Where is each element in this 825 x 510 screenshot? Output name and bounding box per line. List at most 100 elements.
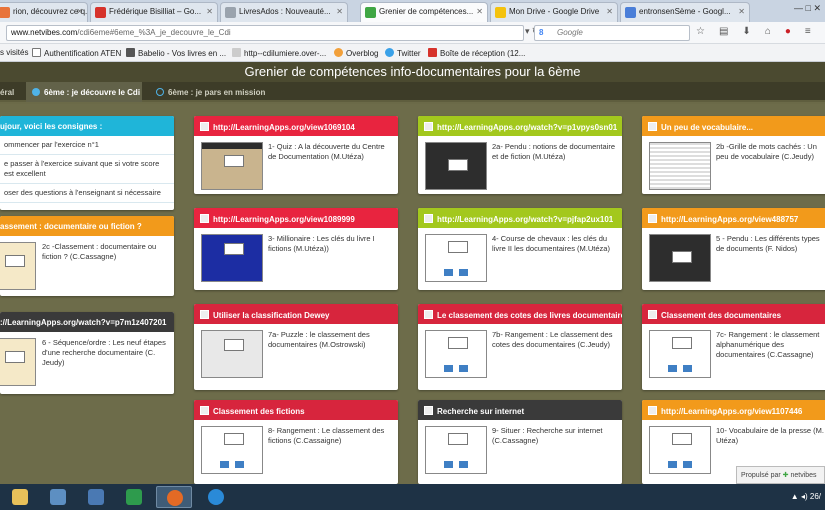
widget-header[interactable]: http://LearningApps.org/view1107446 bbox=[642, 400, 825, 420]
tray-arrow-icon[interactable]: ▲ bbox=[791, 492, 799, 501]
taskbar: ▲ ◂) 26/ bbox=[0, 484, 825, 510]
bookmark-overblog[interactable]: Overblog bbox=[334, 48, 378, 58]
widget-icon bbox=[200, 310, 209, 319]
list-item: e passer à l'exercice suivant que si vot… bbox=[0, 155, 174, 184]
widget-description: 7a- Puzzle : le classement des documenta… bbox=[268, 330, 370, 349]
widget-header[interactable]: Un peu de vocabulaire... bbox=[642, 116, 825, 136]
star-icon[interactable]: ☆ bbox=[696, 26, 719, 37]
page-icon bbox=[232, 48, 241, 57]
url-bar[interactable]: www.netvibes.com/cdi6eme#6eme_%3A_je_dec… bbox=[6, 25, 524, 41]
exercise-thumbnail[interactable] bbox=[201, 234, 263, 282]
volume-icon[interactable]: ◂) bbox=[801, 492, 808, 501]
pin-icon bbox=[32, 88, 40, 96]
widget-header[interactable]: ://LearningApps.org/watch?v=p7m1z407201 bbox=[0, 312, 174, 332]
browser-tab-5[interactable]: Mon Drive - Google Drive ✕ bbox=[490, 2, 618, 22]
widget-2a: http://LearningApps.org/watch?v=p1vpys0s… bbox=[418, 116, 622, 194]
ie-icon[interactable] bbox=[198, 486, 234, 508]
tab-favicon-icon bbox=[625, 7, 636, 18]
widget-header[interactable]: http://LearningApps.org/view488757 bbox=[642, 208, 825, 228]
widget-description: 2a- Pendu : notions de documentaire et d… bbox=[492, 142, 615, 161]
tab-je-decouvre-le-cdi[interactable]: 6ème : je découvre le Cdi bbox=[26, 82, 142, 102]
file-explorer-icon[interactable] bbox=[2, 486, 38, 508]
tab-favicon-icon bbox=[95, 7, 106, 18]
widget-description: 9- Situer : Recherche sur internet (C.Ca… bbox=[492, 426, 603, 445]
widget-header[interactable]: Classement des documentaires bbox=[642, 304, 825, 324]
tab-general[interactable]: éral bbox=[0, 82, 24, 102]
bookmark-aten[interactable]: Authentification ATEN bbox=[32, 48, 121, 58]
bookmark-cdilumiere[interactable]: http--cdilumiere.over-... bbox=[232, 48, 326, 58]
widget-icon bbox=[424, 310, 433, 319]
widget-header[interactable]: Classement des fictions bbox=[194, 400, 398, 420]
widget-4: http://LearningApps.org/watch?v=pjfap2ux… bbox=[418, 208, 622, 290]
bookmark-most-visited[interactable]: s visités bbox=[0, 48, 28, 57]
widget-header[interactable]: http://LearningApps.org/view1089999 bbox=[194, 208, 398, 228]
exercise-thumbnail[interactable] bbox=[425, 426, 487, 474]
home-icon[interactable]: ⌂ bbox=[765, 26, 785, 37]
exercise-thumbnail[interactable] bbox=[649, 426, 711, 474]
widget-description: 5 - Pendu : Les différents types de docu… bbox=[716, 234, 820, 253]
widget-1: http://LearningApps.org/view1069104 1- Q… bbox=[194, 116, 398, 194]
exercise-thumbnail[interactable] bbox=[425, 234, 487, 282]
widget-icon bbox=[648, 310, 657, 319]
powered-by-popup[interactable]: Propulsé par ✚ netvibes bbox=[736, 466, 825, 484]
widget-header[interactable]: http://LearningApps.org/view1069104 bbox=[194, 116, 398, 136]
close-tab-icon[interactable]: ✕ bbox=[206, 7, 213, 16]
twitter-icon bbox=[385, 48, 394, 57]
browser-tab-active[interactable]: Grenier de compétences... ✕ bbox=[360, 2, 488, 22]
exercise-thumbnail[interactable] bbox=[425, 330, 487, 378]
exercise-thumbnail[interactable] bbox=[201, 330, 263, 378]
widget-header[interactable]: Utiliser la classification Dewey bbox=[194, 304, 398, 324]
remote-desktop-icon[interactable] bbox=[78, 486, 114, 508]
widget-description: 7b- Rangement : Le classement des cotes … bbox=[492, 330, 613, 349]
clipboard-icon[interactable]: ▤ bbox=[719, 26, 742, 37]
exercise-thumbnail[interactable] bbox=[0, 242, 36, 290]
widget-icon bbox=[424, 406, 433, 415]
checkbox-icon bbox=[32, 48, 41, 57]
search-input[interactable]: 8 Google bbox=[534, 25, 690, 41]
exercise-thumbnail[interactable] bbox=[201, 426, 263, 474]
browser-tab-6[interactable]: entronsenSème - Googl... ✕ bbox=[620, 2, 750, 22]
download-icon[interactable]: ⬇ bbox=[742, 26, 764, 37]
search-network-icon[interactable] bbox=[40, 486, 76, 508]
tab-je-pars-en-mission[interactable]: 6ème : je pars en mission bbox=[150, 82, 270, 102]
exercise-thumbnail[interactable] bbox=[649, 330, 711, 378]
close-tab-icon[interactable]: ✕ bbox=[476, 7, 483, 16]
bookmark-gmail[interactable]: Boîte de réception (12... bbox=[428, 48, 525, 58]
widget-description: 3- Millionaire : Les clés du livre I fic… bbox=[268, 234, 375, 253]
widget-description: 2c -Classement : documentaire ou fiction… bbox=[42, 242, 157, 261]
clock[interactable]: 26/ bbox=[810, 492, 821, 501]
widget-icon bbox=[648, 122, 657, 131]
pinterest-icon[interactable]: ● bbox=[785, 26, 805, 37]
widget-header[interactable]: assement : documentaire ou fiction ? bbox=[0, 216, 174, 236]
widget-icon bbox=[200, 406, 209, 415]
exercise-thumbnail[interactable] bbox=[0, 338, 36, 386]
bookmark-babelio[interactable]: Babelio - Vos livres en ... bbox=[126, 48, 226, 58]
exercise-thumbnail[interactable] bbox=[425, 142, 487, 190]
window-controls[interactable]: — □ ✕ bbox=[794, 3, 821, 14]
dashboard: ujour, voici les consignes : ommencer pa… bbox=[0, 104, 825, 484]
close-tab-icon[interactable]: ✕ bbox=[76, 7, 83, 16]
widget-header[interactable]: Recherche sur internet bbox=[418, 400, 622, 420]
exercise-thumbnail[interactable] bbox=[201, 142, 263, 190]
close-tab-icon[interactable]: ✕ bbox=[606, 7, 613, 16]
store-icon[interactable] bbox=[116, 486, 152, 508]
close-tab-icon[interactable]: ✕ bbox=[738, 7, 745, 16]
menu-icon[interactable]: ≡ bbox=[805, 26, 825, 37]
search-engine-icon: 8 bbox=[539, 28, 544, 37]
widget-header[interactable]: http://LearningApps.org/watch?v=pjfap2ux… bbox=[418, 208, 622, 228]
close-tab-icon[interactable]: ✕ bbox=[336, 7, 343, 16]
widget-9: Recherche sur internet 9- Situer : Reche… bbox=[418, 400, 622, 484]
exercise-thumbnail[interactable] bbox=[649, 234, 711, 282]
tab-favicon-icon bbox=[365, 7, 376, 18]
widget-description: 10- Vocabulaire de la presse (M. Utéza) bbox=[716, 426, 824, 445]
widget-header[interactable]: Le classement des cotes des livres docum… bbox=[418, 304, 622, 324]
browser-tab-3[interactable]: LivresAdos : Nouveauté... ✕ bbox=[220, 2, 348, 22]
widget-header[interactable]: http://LearningApps.org/watch?v=p1vpys0s… bbox=[418, 116, 622, 136]
browser-tab-2[interactable]: Frédérique Bisilliat – Go... ✕ bbox=[90, 2, 218, 22]
browser-tab-1[interactable]: rion, découvrez ce q... ✕ bbox=[0, 2, 88, 22]
firefox-icon[interactable] bbox=[156, 486, 192, 508]
navigation-bar: www.netvibes.com/cdi6eme#6eme_%3A_je_dec… bbox=[0, 22, 825, 44]
exercise-thumbnail[interactable] bbox=[649, 142, 711, 190]
bookmark-twitter[interactable]: Twitter bbox=[385, 48, 421, 58]
system-tray: ▲ ◂) 26/ bbox=[791, 492, 821, 501]
